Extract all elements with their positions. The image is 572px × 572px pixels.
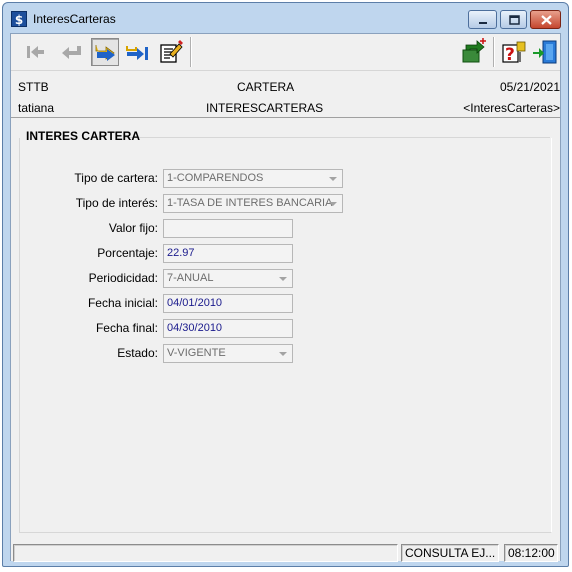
toolbar-separator bbox=[493, 37, 495, 67]
status-bar: CONSULTA EJ... 08:12:00 bbox=[11, 540, 560, 562]
periodicidad-label: Periodicidad: bbox=[88, 271, 158, 285]
previous-record-icon bbox=[62, 46, 81, 59]
status-message bbox=[13, 544, 398, 562]
app-dollar-icon[interactable]: $ bbox=[11, 11, 27, 27]
section-title: INTERES CARTERA bbox=[26, 129, 141, 143]
chevron-down-icon bbox=[329, 177, 337, 181]
help-button[interactable]: ? bbox=[500, 38, 528, 66]
next-record-icon bbox=[95, 45, 115, 61]
title-bar[interactable]: $ InteresCarteras bbox=[3, 3, 568, 33]
chevron-down-icon bbox=[329, 202, 337, 206]
help-icon: ? bbox=[502, 41, 526, 65]
edit-record-button[interactable] bbox=[156, 38, 184, 66]
tipo-cartera-value: 1-COMPARENDOS bbox=[167, 172, 264, 184]
valor-fijo-label: Valor fijo: bbox=[108, 221, 158, 235]
maximize-icon bbox=[509, 15, 520, 25]
close-icon bbox=[541, 15, 552, 25]
toolbar-separator bbox=[190, 37, 192, 67]
porcentaje-field[interactable]: 22.97 bbox=[163, 244, 293, 263]
estado-value: V-VIGENTE bbox=[167, 347, 226, 359]
previous-record-button[interactable] bbox=[58, 38, 86, 66]
fecha-inicial-field[interactable]: 04/01/2010 bbox=[163, 294, 293, 313]
info-bar: STTB CARTERA 05/21/2021 tatiana INTERESC… bbox=[11, 71, 560, 118]
back-help-icon bbox=[462, 38, 486, 63]
company-label: STTB bbox=[18, 80, 49, 94]
tipo-interes-label: Tipo de interés: bbox=[75, 196, 158, 210]
porcentaje-label: Porcentaje: bbox=[97, 246, 158, 260]
svg-text:?: ? bbox=[505, 45, 515, 65]
toolbar: ? bbox=[11, 34, 560, 71]
tipo-interes-select[interactable]: 1-TASA DE INTERES BANCARIA bbox=[163, 194, 343, 213]
form-panel: INTERES CARTERA Tipo de cartera: 1-COMPA… bbox=[11, 118, 560, 540]
close-button[interactable] bbox=[530, 10, 561, 29]
valor-fijo-field[interactable] bbox=[163, 219, 293, 238]
table-label: INTERESCARTERAS bbox=[206, 101, 324, 115]
fecha-final-field[interactable]: 04/30/2010 bbox=[163, 319, 293, 338]
user-label: tatiana bbox=[18, 101, 55, 115]
form-name-label: <InteresCarteras> bbox=[463, 101, 560, 115]
group-divider bbox=[125, 137, 550, 138]
status-mode: CONSULTA EJ... bbox=[401, 544, 499, 562]
first-record-button[interactable] bbox=[22, 38, 50, 66]
tipo-cartera-label: Tipo de cartera: bbox=[74, 171, 158, 185]
status-time: 08:12:00 bbox=[504, 544, 558, 562]
minimize-icon bbox=[479, 22, 487, 24]
window-title: InteresCarteras bbox=[33, 12, 116, 26]
estado-label: Estado: bbox=[117, 346, 158, 360]
estado-select[interactable]: V-VIGENTE bbox=[163, 344, 293, 363]
app-window: $ InteresCarteras ? STTB CARTERA 05/21/2… bbox=[2, 2, 569, 567]
last-record-icon bbox=[126, 46, 148, 60]
window-client: ? STTB CARTERA 05/21/2021 tatiana INTERE… bbox=[10, 33, 561, 562]
last-record-button[interactable] bbox=[124, 38, 152, 66]
edit-record-icon bbox=[160, 40, 183, 63]
next-record-button[interactable] bbox=[91, 38, 119, 66]
module-label: CARTERA bbox=[237, 80, 295, 94]
exit-door-icon bbox=[533, 40, 557, 64]
maximize-button[interactable] bbox=[500, 10, 527, 29]
fecha-inicial-label: Fecha inicial: bbox=[87, 296, 158, 310]
exit-button[interactable] bbox=[531, 38, 559, 66]
chevron-down-icon bbox=[279, 277, 287, 281]
first-record-icon bbox=[27, 46, 44, 58]
date-label: 05/21/2021 bbox=[499, 80, 560, 94]
tipo-interes-value: 1-TASA DE INTERES BANCARIA bbox=[167, 197, 333, 209]
back-help-button[interactable] bbox=[460, 38, 488, 66]
chevron-down-icon bbox=[279, 352, 287, 356]
fecha-final-label: Fecha final: bbox=[95, 321, 158, 335]
periodicidad-select[interactable]: 7-ANUAL bbox=[163, 269, 293, 288]
periodicidad-value: 7-ANUAL bbox=[167, 272, 214, 284]
tipo-cartera-select[interactable]: 1-COMPARENDOS bbox=[163, 169, 343, 188]
minimize-button[interactable] bbox=[468, 10, 497, 29]
